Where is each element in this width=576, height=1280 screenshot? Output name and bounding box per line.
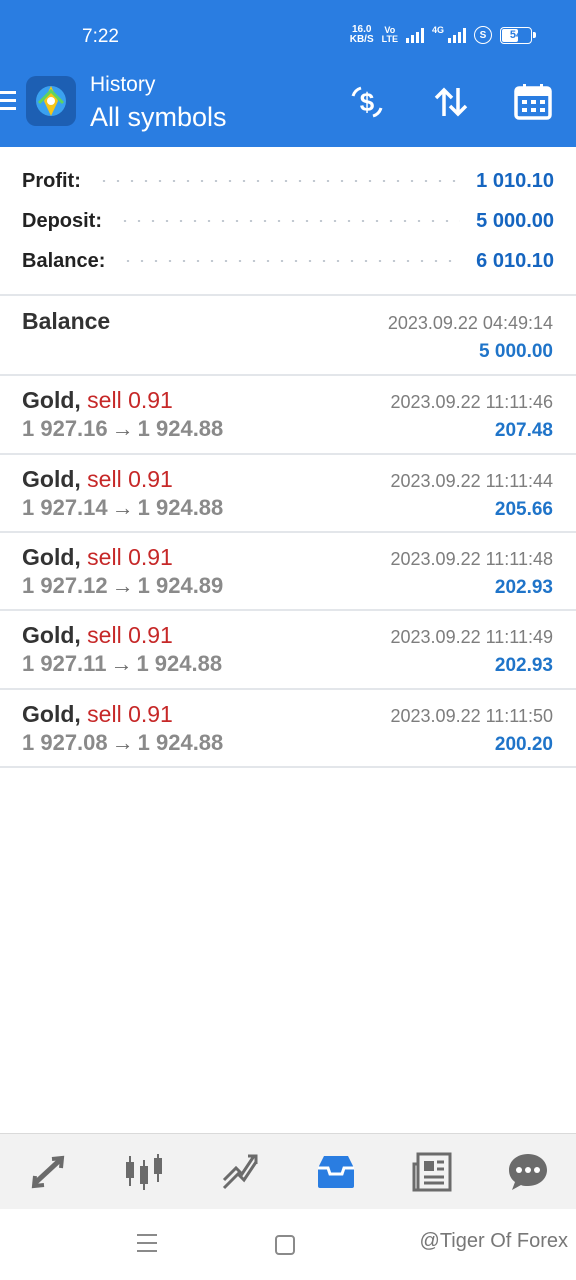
trade-direction: sell 0.91 xyxy=(87,622,173,648)
trade-direction: sell 0.91 xyxy=(87,387,173,413)
deposit-label: Deposit: xyxy=(22,209,102,232)
quotes-icon[interactable] xyxy=(18,1144,78,1200)
menu-icon[interactable] xyxy=(0,91,16,115)
trade-icon[interactable] xyxy=(210,1144,270,1200)
trade-row[interactable]: Gold, sell 0.91 1 927.08 → 1 924.88 2023.0… xyxy=(0,690,576,768)
row-time: 2023.09.22 11:11:48 xyxy=(390,549,553,569)
app-header: 7:22 16.0 KB/S Vo LTE 4G S 54 History Al… xyxy=(0,0,576,147)
row-value: 5 000.00 xyxy=(479,341,553,362)
watermark: @Tiger Of Forex xyxy=(419,1230,568,1252)
balance-value: 6 010.10 xyxy=(476,249,554,272)
close-price: 1 924.88 xyxy=(137,495,224,520)
arrow-icon: → xyxy=(111,416,134,441)
sort-icon[interactable] xyxy=(431,82,471,122)
net-speed: 16.0 KB/S xyxy=(349,24,374,45)
network-type: 4G xyxy=(431,25,444,35)
page-title: History xyxy=(90,73,156,96)
leader-dots xyxy=(121,260,461,262)
trade-symbol: Gold, xyxy=(22,387,81,413)
trade-direction: sell 0.91 xyxy=(87,544,173,570)
history-icon[interactable] xyxy=(306,1144,366,1200)
arrow-icon: → xyxy=(111,730,134,755)
row-time: 2023.09.22 11:11:44 xyxy=(390,471,553,491)
trade-row[interactable]: Gold, sell 0.91 1 927.14 → 1 924.88 2023.0… xyxy=(0,455,576,533)
leader-dots xyxy=(118,220,461,222)
battery-level: 54 xyxy=(509,29,523,41)
row-time: 2023.09.22 11:11:50 xyxy=(390,706,553,726)
trade-direction: sell 0.91 xyxy=(87,701,173,727)
history-balance-row[interactable]: Balance 2023.09.22 04:49:14 5 000.00 xyxy=(0,296,576,374)
close-price: 1 924.88 xyxy=(136,651,223,676)
trade-profit: 200.20 xyxy=(494,734,553,755)
volte-icon: Vo LTE xyxy=(381,25,398,44)
trade-direction: sell 0.91 xyxy=(87,466,173,492)
trade-row[interactable]: Gold, sell 0.91 1 927.11 → 1 924.88 2023.0… xyxy=(0,611,576,689)
bottom-nav xyxy=(0,1133,576,1210)
open-price: 1 927.14 xyxy=(22,495,108,520)
recent-apps-button[interactable] xyxy=(137,1234,157,1258)
app-logo xyxy=(26,76,76,126)
close-price: 1 924.89 xyxy=(137,573,224,598)
arrow-icon: → xyxy=(110,651,133,676)
chat-icon[interactable] xyxy=(498,1144,558,1200)
status-time: 7:22 xyxy=(82,26,119,47)
summary-panel: Profit: 1 010.10 Deposit: 5 000.00 Balan… xyxy=(0,147,576,294)
arrow-icon: → xyxy=(111,573,134,598)
status-icons: 16.0 KB/S Vo LTE 4G S 54 xyxy=(349,24,536,45)
balance-row: Balance: 6 010.10 xyxy=(22,241,554,281)
news-icon[interactable] xyxy=(402,1144,462,1200)
trade-row[interactable]: Gold, sell 0.91 1 927.16 → 1 924.88 2023.0… xyxy=(0,376,576,454)
leader-dots xyxy=(96,180,461,182)
open-price: 1 927.12 xyxy=(22,573,108,598)
open-price: 1 927.11 xyxy=(22,651,107,676)
open-price: 1 927.08 xyxy=(22,730,108,755)
vpn-icon: S xyxy=(474,26,492,44)
balance-label: Balance: xyxy=(22,249,106,272)
deposit-row: Deposit: 5 000.00 xyxy=(22,201,554,241)
trade-profit: 202.93 xyxy=(494,655,553,676)
trade-symbol: Gold, xyxy=(22,544,81,570)
chart-icon[interactable] xyxy=(114,1144,174,1200)
trade-row[interactable]: Gold, sell 0.91 1 927.12 → 1 924.89 2023.0… xyxy=(0,533,576,611)
trade-profit: 205.66 xyxy=(494,499,553,520)
deposit-dollar-icon[interactable]: $ xyxy=(347,82,387,122)
close-price: 1 924.88 xyxy=(137,730,224,755)
balance-title: Balance xyxy=(22,308,111,334)
close-price: 1 924.88 xyxy=(137,416,224,441)
profit-label: Profit: xyxy=(22,169,81,192)
trade-symbol: Gold, xyxy=(22,466,81,492)
row-time: 2023.09.22 04:49:14 xyxy=(387,313,553,333)
calendar-icon[interactable] xyxy=(513,82,553,122)
trade-profit: 207.48 xyxy=(494,420,553,441)
trade-symbol: Gold, xyxy=(22,701,81,727)
arrow-icon: → xyxy=(111,495,134,520)
battery-icon: 54 xyxy=(500,26,536,44)
row-time: 2023.09.22 11:11:46 xyxy=(390,392,553,412)
divider xyxy=(0,766,576,768)
trade-symbol: Gold, xyxy=(22,622,81,648)
symbol-filter[interactable]: All symbols xyxy=(90,102,227,133)
trade-profit: 202.93 xyxy=(494,577,553,598)
profit-value: 1 010.10 xyxy=(476,169,554,192)
signal-icon-2 xyxy=(448,27,466,43)
home-button[interactable] xyxy=(275,1235,295,1255)
profit-row: Profit: 1 010.10 xyxy=(22,161,554,201)
row-time: 2023.09.22 11:11:49 xyxy=(390,627,553,647)
open-price: 1 927.16 xyxy=(22,416,108,441)
svg-text:$: $ xyxy=(360,87,375,117)
signal-icon xyxy=(405,27,424,43)
deposit-value: 5 000.00 xyxy=(476,209,554,232)
